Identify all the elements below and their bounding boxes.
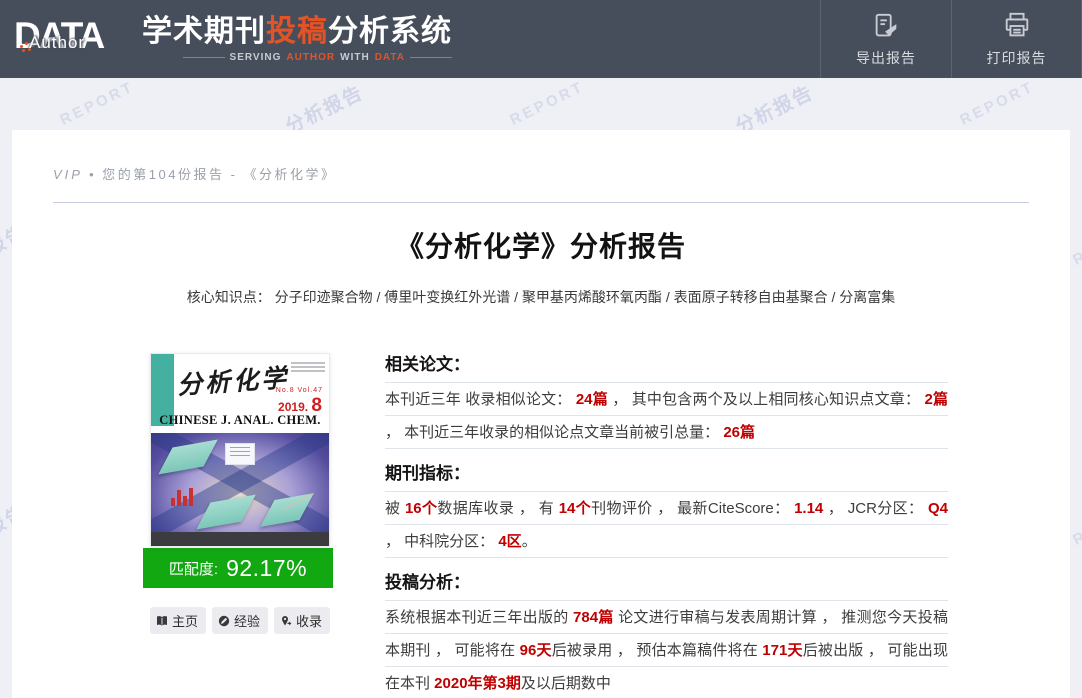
text-segment: ， JCR分区：	[823, 500, 928, 517]
section-body: 系统根据本刊近三年出版的 784篇 论文进行审稿与发表周期计算 ， 推测您今天投…	[385, 601, 948, 698]
text-segment: 本刊近三年 收录相似论文：	[385, 391, 576, 408]
core-keywords-list: 分子印迹聚合物 / 傅里叶变换红外光谱 / 聚甲基丙烯酸环氧丙酯 / 表面原子转…	[275, 289, 896, 305]
page: 分析报告REPORT分析报告REPORT分析报告REPORTREPORT分析报告…	[0, 0, 1082, 698]
journal-links: 主页 经验	[150, 607, 330, 634]
logo-dots-decoration	[20, 45, 23, 48]
section-related-papers: 相关论文： 本刊近三年 收录相似论文： 24篇 ， 其中包含两个及以上相同核心知…	[385, 353, 948, 449]
match-score-label: 匹配度:	[169, 558, 218, 579]
highlight-value: 2020年第3期	[434, 675, 521, 692]
highlight-value: 96天	[520, 642, 552, 659]
header-title-block: 学术期刊投稿分析系统 SERVING AUTHOR WITH DATA	[142, 15, 452, 63]
watermark-text: REPORT	[507, 78, 587, 129]
breadcrumb-text: 您的第104份报告 - 《分析化学》	[102, 167, 336, 182]
highlight-value: 1.14	[794, 500, 823, 517]
report-card: VIP • 您的第104份报告 - 《分析化学》 《分析化学》分析报告 核心知识…	[12, 130, 1070, 698]
text-segment: 数据库收录 ， 有	[437, 500, 558, 517]
highlight-value: 784篇	[573, 609, 614, 626]
journal-name-calligraphy: 分析化学	[176, 358, 290, 402]
highlight-value: 16个	[405, 500, 437, 517]
watermark-text: REPORT	[1070, 218, 1082, 269]
watermark-text: REPORT	[57, 78, 137, 129]
section-heading: 期刊指标：	[385, 462, 948, 492]
export-report-label: 导出报告	[856, 48, 916, 68]
export-report-icon	[871, 11, 901, 41]
journal-cover-image: 分析化学 No.8 Vol.47 2019. 8 CHINESE J. ANAL…	[150, 353, 330, 547]
match-score-badge: 匹配度: 92.17%	[143, 548, 333, 588]
section-body: 本刊近三年 收录相似论文： 24篇 ， 其中包含两个及以上相同核心知识点文章： …	[385, 383, 948, 449]
cover-issn-block	[291, 360, 325, 374]
header-actions: 导出报告 打印报告	[820, 0, 1082, 78]
subtitle-word-accent: AUTHOR	[286, 52, 335, 63]
journal-name-english: CHINESE J. ANAL. CHEM.	[151, 413, 329, 428]
subtitle-rule	[183, 57, 225, 58]
breadcrumb: VIP • 您的第104份报告 - 《分析化学》	[53, 166, 1029, 203]
journal-panel: 分析化学 No.8 Vol.47 2019. 8 CHINESE J. ANAL…	[150, 353, 340, 698]
breadcrumb-separator: •	[89, 167, 96, 182]
text-segment: 。	[522, 533, 537, 550]
app-header: DATA Author 学术期刊投稿分析系统 SERVING AUTHOR WI…	[0, 0, 1082, 78]
cover-artwork	[151, 433, 329, 532]
print-report-button[interactable]: 打印报告	[951, 0, 1082, 78]
print-report-icon	[1002, 11, 1032, 41]
journal-experience-button[interactable]: 经验	[212, 607, 268, 634]
text-segment: 及以后期数中	[521, 675, 611, 692]
journal-indexed-label: 收录	[296, 611, 322, 630]
export-report-button[interactable]: 导出报告	[820, 0, 951, 78]
cover-year: 2019.	[278, 400, 308, 414]
app-subtitle: SERVING AUTHOR WITH DATA	[142, 52, 452, 63]
core-keywords-label: 核心知识点：	[187, 289, 271, 305]
report-sections: 相关论文： 本刊近三年 收录相似论文： 24篇 ， 其中包含两个及以上相同核心知…	[385, 353, 948, 698]
text-segment: ， 其中包含两个及以上相同核心知识点文章：	[608, 391, 925, 408]
subtitle-word: WITH	[340, 52, 370, 63]
report-columns: 分析化学 No.8 Vol.47 2019. 8 CHINESE J. ANAL…	[53, 353, 1029, 698]
subtitle-rule	[410, 57, 452, 58]
highlight-value: 24篇	[576, 391, 608, 408]
logo-author-text: Author	[29, 33, 85, 53]
app-title-accent: 投稿	[266, 15, 328, 48]
text-segment: 系统根据本刊近三年出版的	[385, 609, 573, 626]
section-submission-analysis: 投稿分析： 系统根据本刊近三年出版的 784篇 论文进行审稿与发表周期计算 ， …	[385, 571, 948, 698]
book-icon	[156, 615, 168, 627]
watermark-text: REPORT	[1070, 498, 1082, 549]
highlight-value: Q4	[928, 500, 948, 517]
section-journal-metrics: 期刊指标： 被 16个数据库收录 ， 有 14个刊物评价 ， 最新CiteSco…	[385, 462, 948, 558]
app-title: 学术期刊投稿分析系统	[142, 15, 452, 49]
core-keywords: 核心知识点： 分子印迹聚合物 / 傅里叶变换红外光谱 / 聚甲基丙烯酸环氧丙酯 …	[53, 287, 1029, 307]
journal-homepage-button[interactable]: 主页	[150, 607, 206, 634]
app-logo: DATA Author	[14, 11, 132, 67]
app-title-part: 学术期刊	[142, 15, 266, 48]
cover-art-inset	[225, 443, 255, 465]
watermark-text: REPORT	[957, 78, 1037, 129]
subtitle-word: SERVING	[230, 52, 282, 63]
match-score-value: 92.17%	[226, 555, 307, 582]
highlight-value: 171天	[762, 642, 802, 659]
pencil-icon	[218, 615, 230, 627]
pin-icon	[280, 615, 292, 627]
section-heading: 投稿分析：	[385, 571, 948, 601]
app-title-part: 分析系统	[328, 15, 452, 48]
vip-badge: VIP	[53, 167, 83, 182]
cover-issue-volume: No.8 Vol.47	[276, 387, 323, 394]
text-segment: 刊物评价 ， 最新CiteScore：	[591, 500, 794, 517]
page-title: 《分析化学》分析报告	[53, 229, 1029, 265]
journal-indexed-button[interactable]: 收录	[274, 607, 330, 634]
highlight-value: 4区	[498, 533, 521, 550]
section-heading: 相关论文：	[385, 353, 948, 383]
text-segment: ， 本刊近三年收录的相似论点文章当前被引总量：	[385, 424, 723, 441]
text-segment: 被	[385, 500, 405, 517]
print-report-label: 打印报告	[987, 48, 1047, 68]
highlight-value: 2篇	[924, 391, 948, 408]
subtitle-word-accent: DATA	[375, 52, 405, 63]
journal-homepage-label: 主页	[172, 611, 198, 630]
section-body: 被 16个数据库收录 ， 有 14个刊物评价 ， 最新CiteScore： 1.…	[385, 492, 948, 558]
text-segment: ， 中科院分区：	[385, 533, 498, 550]
text-segment: 后被录用 ， 预估本篇稿件将在	[552, 642, 763, 659]
highlight-value: 14个	[559, 500, 591, 517]
highlight-value: 26篇	[723, 424, 755, 441]
journal-experience-label: 经验	[234, 611, 260, 630]
cover-bottom-strip	[151, 532, 329, 546]
cover-art-bar-chart	[171, 488, 193, 506]
